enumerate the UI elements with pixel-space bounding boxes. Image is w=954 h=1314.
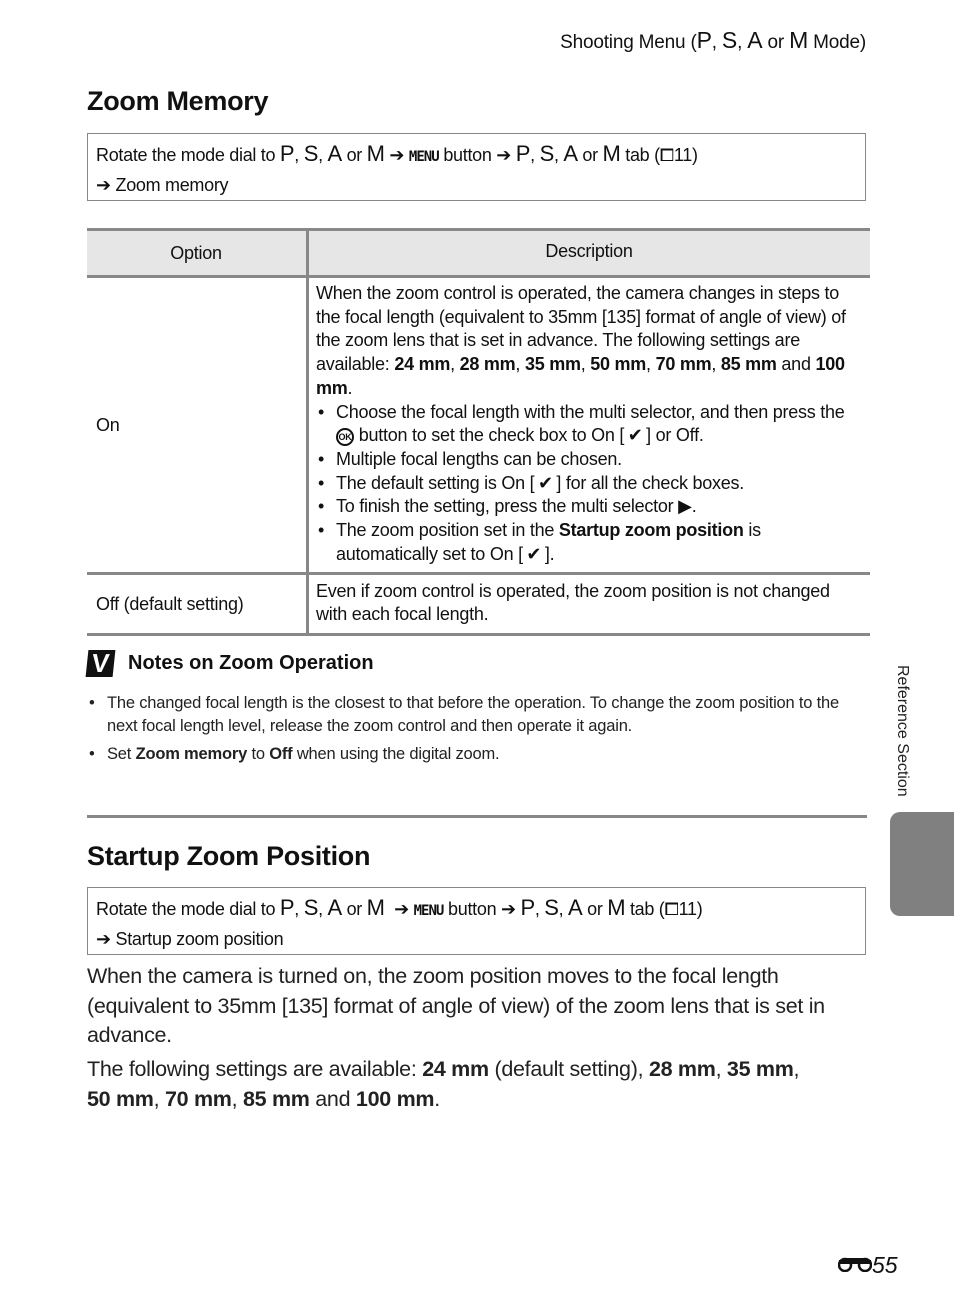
arrow-icon: ➔	[500, 899, 516, 919]
page-ref-link[interactable]: 11)	[674, 145, 698, 165]
description-cell: Even if zoom control is operated, the zo…	[307, 573, 870, 637]
list-item: To finish the setting, press the multi s…	[316, 495, 862, 519]
startup-paragraph: When the camera is turned on, the zoom p…	[87, 964, 825, 1047]
page-number: 55	[838, 1252, 898, 1279]
list-item: The default setting is On [✔] for all th…	[316, 472, 862, 496]
check-icon: ✔	[537, 472, 553, 493]
option-cell: Off (default setting)	[87, 573, 309, 637]
section-tab[interactable]	[890, 812, 954, 916]
menu-path-box: Rotate the mode dial to P, S, A or M ➔ M…	[87, 133, 866, 201]
list-item: Set Zoom memory to Off when using the di…	[87, 743, 867, 766]
check-icon: ✔	[526, 543, 542, 564]
ok-button-icon: OK	[336, 428, 354, 447]
table-row: On When the zoom control is operated, th…	[87, 276, 870, 576]
section-title-startup-zoom: Startup Zoom Position	[87, 841, 371, 871]
check-note-icon: V	[85, 648, 116, 678]
list-item: Multiple focal lengths can be chosen.	[316, 448, 862, 472]
multi-selector-right-icon: ▶	[678, 496, 692, 517]
description-cell: When the zoom control is operated, the c…	[307, 276, 870, 576]
options-table: Option Description On When the zoom cont…	[87, 228, 870, 637]
arrow-icon: ➔	[389, 145, 405, 165]
option-cell: On	[87, 276, 309, 576]
section-divider	[87, 815, 867, 818]
arrow-icon: ➔	[496, 145, 512, 165]
side-section-label: Reference Section	[894, 665, 911, 797]
list-item: The zoom position set in the Startup zoo…	[316, 519, 862, 566]
menu-button-icon: MENU	[408, 149, 440, 165]
column-header-description: Description	[307, 228, 870, 278]
reference-binoculars-icon	[838, 1257, 872, 1272]
book-icon: ⧠	[659, 145, 674, 165]
section-title-zoom-memory: Zoom Memory	[87, 86, 269, 116]
list-item: Choose the focal length with the multi s…	[316, 401, 862, 448]
column-header-option: Option	[87, 228, 309, 278]
page-ref-link[interactable]: 11)	[679, 899, 703, 919]
running-head: Shooting Menu (P, S, A or M Mode)	[560, 27, 866, 53]
check-icon: ✔	[627, 425, 643, 446]
list-item: The changed focal length is the closest …	[87, 692, 867, 738]
arrow-icon: ➔	[96, 929, 111, 949]
menu-button-icon: MENU	[413, 903, 445, 919]
table-header-row: Option Description	[87, 228, 870, 278]
notes-heading: V Notes on Zoom Operation	[85, 648, 374, 678]
arrow-icon: ➔	[96, 175, 111, 195]
table-row: Off (default setting) Even if zoom contr…	[87, 573, 870, 637]
menu-path-box: Rotate the mode dial to P, S, A or M ➔ M…	[87, 887, 866, 955]
arrow-icon: ➔	[394, 899, 409, 919]
notes-list: The changed focal length is the closest …	[87, 692, 867, 771]
book-icon: ⧠	[664, 899, 679, 919]
startup-settings-paragraph: The following settings are available: 24…	[87, 1057, 800, 1111]
